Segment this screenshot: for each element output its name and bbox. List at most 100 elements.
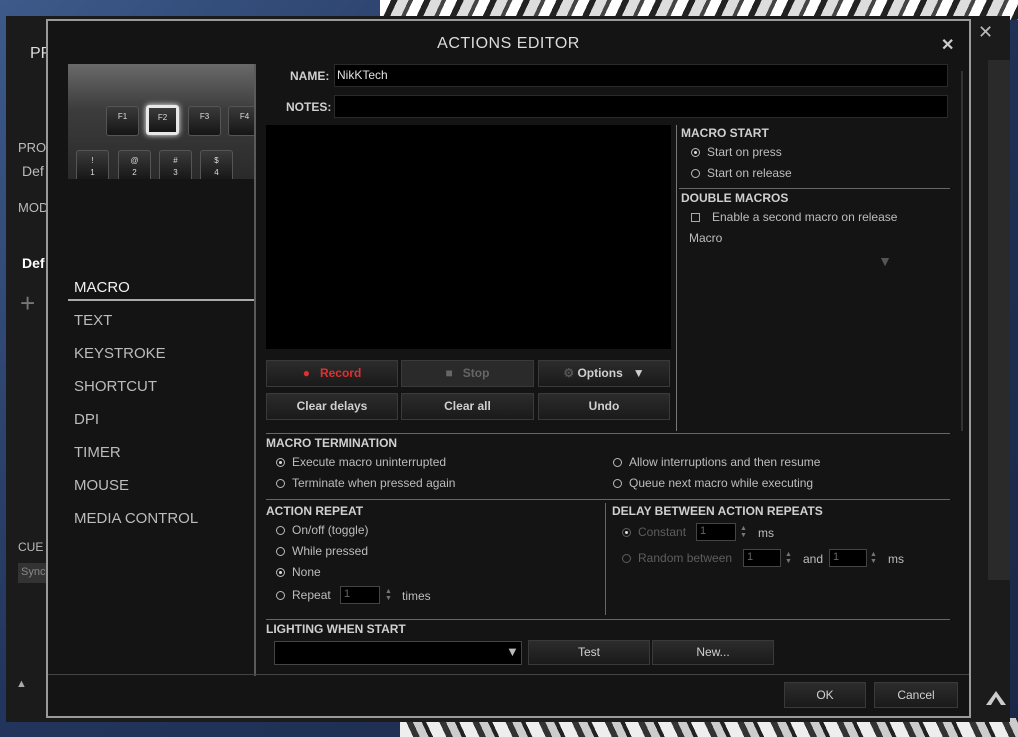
- radio-icon: [622, 528, 631, 537]
- enable-second-macro-checkbox[interactable]: Enable a second macro on release: [691, 210, 897, 224]
- background-profiles-label: PRO: [18, 140, 47, 155]
- chevron-down-icon[interactable]: ▼: [506, 644, 519, 659]
- notes-field[interactable]: [334, 95, 948, 118]
- options-label: Options: [577, 366, 623, 380]
- repeat-option[interactable]: Repeat: [276, 588, 331, 602]
- while-pressed-option[interactable]: While pressed: [276, 544, 368, 558]
- actions-editor-dialog: ACTIONS EDITOR ✕ F1 F2 F3 F4 ! 1 @2 #3 $4…: [46, 19, 971, 718]
- background-app-right-column: [988, 60, 1010, 580]
- nav-item-timer[interactable]: TIMER: [74, 444, 121, 461]
- nav-item-shortcut[interactable]: SHORTCUT: [74, 378, 157, 395]
- radio-icon: [276, 547, 285, 556]
- nav-active-underline: [68, 299, 254, 301]
- macro-termination-header: MACRO TERMINATION: [266, 436, 398, 450]
- macro-actions-list[interactable]: [266, 125, 671, 349]
- name-label: NAME:: [290, 69, 330, 83]
- chevron-down-icon: ▼: [632, 366, 645, 380]
- record-button[interactable]: ● Record: [266, 360, 398, 387]
- new-button[interactable]: New...: [652, 640, 774, 665]
- random-min-input[interactable]: 1: [743, 549, 781, 567]
- background-close-icon: ✕: [978, 22, 994, 42]
- clear-all-button[interactable]: Clear all: [401, 393, 534, 420]
- on-off-toggle-option[interactable]: On/off (toggle): [276, 523, 369, 537]
- random-between-option[interactable]: Random between: [622, 551, 732, 565]
- macro-label: Macro: [689, 231, 723, 245]
- ms-label: ms: [758, 526, 774, 540]
- vertical-separator: [676, 125, 677, 431]
- repeat-spinner-icon[interactable]: ▲ ▼: [385, 588, 392, 602]
- key-3: #3: [159, 150, 192, 179]
- corsair-logo-icon: [985, 690, 1007, 711]
- divider: [679, 188, 950, 189]
- name-field[interactable]: NikKTech: [334, 64, 948, 87]
- nav-item-media-control[interactable]: MEDIA CONTROL: [74, 510, 198, 527]
- nav-item-macro[interactable]: MACRO: [74, 279, 130, 296]
- radio-icon: [613, 479, 622, 488]
- divider: [266, 433, 950, 434]
- allow-interruptions-option[interactable]: Allow interruptions and then resume: [613, 455, 820, 469]
- nav-item-text[interactable]: TEXT: [74, 312, 112, 329]
- left-panel-divider: [254, 64, 256, 676]
- gear-icon: ⚙: [563, 366, 575, 380]
- key-1: ! 1: [76, 150, 109, 179]
- key-4: $4: [200, 150, 233, 179]
- divider: [266, 499, 950, 500]
- background-mode-label: MOD: [18, 200, 49, 215]
- execute-uninterrupted-option[interactable]: Execute macro uninterrupted: [276, 455, 446, 469]
- dialog-title: ACTIONS EDITOR: [437, 35, 580, 52]
- divider: [266, 619, 950, 620]
- radio-icon: [613, 458, 622, 467]
- key-f3: F3: [188, 106, 221, 136]
- constant-option[interactable]: Constant: [622, 525, 686, 539]
- radio-icon: [276, 591, 285, 600]
- stop-icon: ■: [445, 366, 453, 380]
- key-f4: F4: [228, 106, 254, 136]
- random-max-spinner-icon[interactable]: ▲ ▼: [870, 551, 877, 565]
- radio-icon: [622, 554, 631, 563]
- constant-delay-input[interactable]: 1: [696, 523, 736, 541]
- background-add-icon: +: [20, 288, 36, 318]
- test-button[interactable]: Test: [528, 640, 650, 665]
- cancel-button[interactable]: Cancel: [874, 682, 958, 708]
- queue-next-option[interactable]: Queue next macro while executing: [613, 476, 813, 490]
- start-on-release-option[interactable]: Start on release: [691, 166, 792, 180]
- background-cue-label: CUE: [18, 540, 44, 554]
- random-max-input[interactable]: 1: [829, 549, 867, 567]
- nav-item-mouse[interactable]: MOUSE: [74, 477, 129, 494]
- repeat-count-input[interactable]: 1: [340, 586, 380, 604]
- dialog-bottom-divider: [48, 674, 969, 675]
- terminate-pressed-again-option[interactable]: Terminate when pressed again: [276, 476, 455, 490]
- chevron-down-icon: ▼: [878, 253, 892, 269]
- background-mode-value: Def: [22, 255, 45, 271]
- macro-dropdown[interactable]: ▼: [686, 253, 892, 275]
- stop-button[interactable]: ■ Stop: [401, 360, 534, 387]
- random-min-spinner-icon[interactable]: ▲ ▼: [785, 551, 792, 565]
- checkbox-icon: [691, 213, 700, 222]
- radio-icon: [691, 148, 700, 157]
- lighting-dropdown[interactable]: [274, 641, 522, 665]
- macro-start-header: MACRO START: [681, 126, 769, 140]
- radio-icon: [276, 479, 285, 488]
- undo-button[interactable]: Undo: [538, 393, 670, 420]
- ok-button[interactable]: OK: [784, 682, 866, 708]
- radio-icon: [691, 169, 700, 178]
- scrollbar[interactable]: [961, 71, 963, 431]
- notes-label: NOTES:: [286, 100, 332, 114]
- record-label: Record: [319, 366, 362, 380]
- vertical-separator: [605, 503, 606, 615]
- nav-item-keystroke[interactable]: KEYSTROKE: [74, 345, 166, 362]
- delay-repeats-header: DELAY BETWEEN ACTION REPEATS: [612, 504, 823, 518]
- and-label: and: [803, 552, 824, 566]
- clear-delays-button[interactable]: Clear delays: [266, 393, 398, 420]
- key-2: @2: [118, 150, 151, 179]
- times-label: times: [402, 589, 431, 603]
- constant-spinner-icon[interactable]: ▲ ▼: [740, 525, 747, 539]
- nav-item-dpi[interactable]: DPI: [74, 411, 99, 428]
- radio-icon: [276, 526, 285, 535]
- options-button[interactable]: ⚙ Options ▼: [538, 360, 670, 387]
- double-macros-header: DOUBLE MACROS: [681, 191, 789, 205]
- start-on-press-option[interactable]: Start on press: [691, 145, 782, 159]
- none-option[interactable]: None: [276, 565, 321, 579]
- background-profile-value: Def: [22, 163, 44, 179]
- close-icon[interactable]: ✕: [941, 35, 954, 55]
